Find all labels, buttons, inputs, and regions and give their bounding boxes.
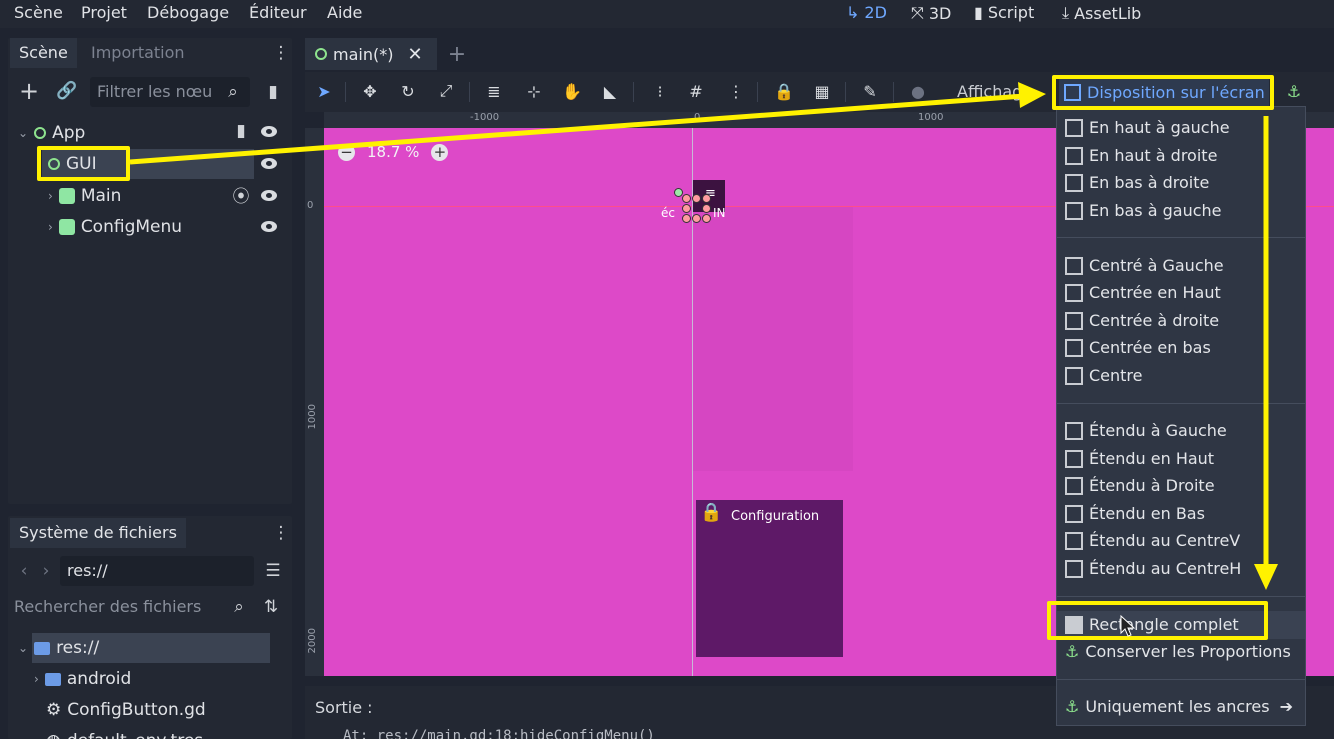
arrow-line-gui — [129, 93, 1025, 165]
arrow-head-down — [1254, 564, 1278, 590]
mouse-cursor-icon — [1120, 615, 1136, 637]
arrow-head-gui — [1018, 82, 1046, 108]
